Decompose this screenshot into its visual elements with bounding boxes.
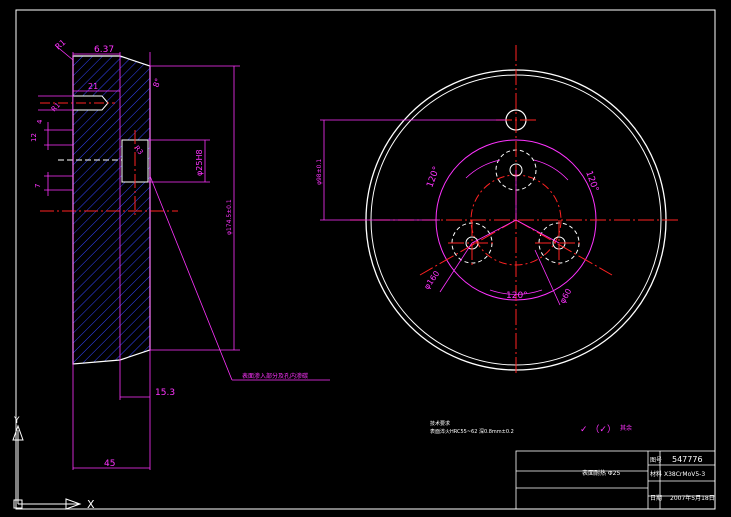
tech-line: 表面淬火HRC55~62 深0.8mm±0.2 [430, 428, 514, 435]
dim-angle-top: 8° [151, 77, 163, 89]
technical-notes: 技术要求 表面淬火HRC55~62 深0.8mm±0.2 ✓ （✓） 其余 [430, 420, 632, 435]
ucs-y-label: Y [13, 416, 20, 426]
value-date: 2007年5月18日 [670, 494, 715, 502]
dim-diam-face: φ174.5±0.1 [226, 199, 233, 235]
front-view: φ98±0.1 φ160 φ60 120° 120° 120° [316, 45, 680, 375]
label-drawing-no: 图号 [650, 457, 662, 464]
dim-bottom-width: 45 [104, 459, 115, 469]
dim-slot-pos: 15.3 [155, 388, 175, 398]
roughness-value: ✓ （✓） [580, 424, 616, 435]
label-material: 材料 [650, 470, 662, 478]
label-date: 日期 [650, 494, 662, 502]
ucs-icon [12, 424, 82, 510]
tech-title: 技术要求 [430, 420, 450, 427]
leader-note: 表面渗入部分及孔内渗碳 [242, 372, 308, 380]
value-material: X38CrMoV5-3 [664, 471, 705, 478]
value-drawing-no: 547776 [672, 455, 703, 464]
part-name: 表面耐热 Φ25 [582, 469, 620, 477]
dim-top-width: 6.37 [94, 45, 114, 55]
cad-drawing-canvas[interactable]: R1 6.37 8° 21 R1 4 12 7 R3 φ25H8 φ174.5±… [0, 0, 731, 517]
dim-angle-a: 120° [425, 165, 442, 189]
dim-small-c: 7 [34, 184, 42, 188]
dim-pcd-small: φ60 [558, 287, 574, 305]
section-view: R1 6.37 8° 21 R1 4 12 7 R3 φ25H8 φ174.5±… [30, 38, 330, 470]
dim-right-height: φ98±0.1 [316, 159, 323, 185]
dim-hole-h8: φ25H8 [195, 149, 204, 176]
ucs-x-label: X [87, 498, 95, 511]
dim-small-a: 4 [36, 119, 44, 124]
dim-21: 21 [88, 82, 98, 91]
dim-small-b: 12 [30, 133, 38, 142]
dim-angle-c: 120° [506, 291, 528, 301]
roughness-note: 其余 [620, 424, 632, 432]
dim-chamfer-top: R1 [54, 38, 68, 52]
